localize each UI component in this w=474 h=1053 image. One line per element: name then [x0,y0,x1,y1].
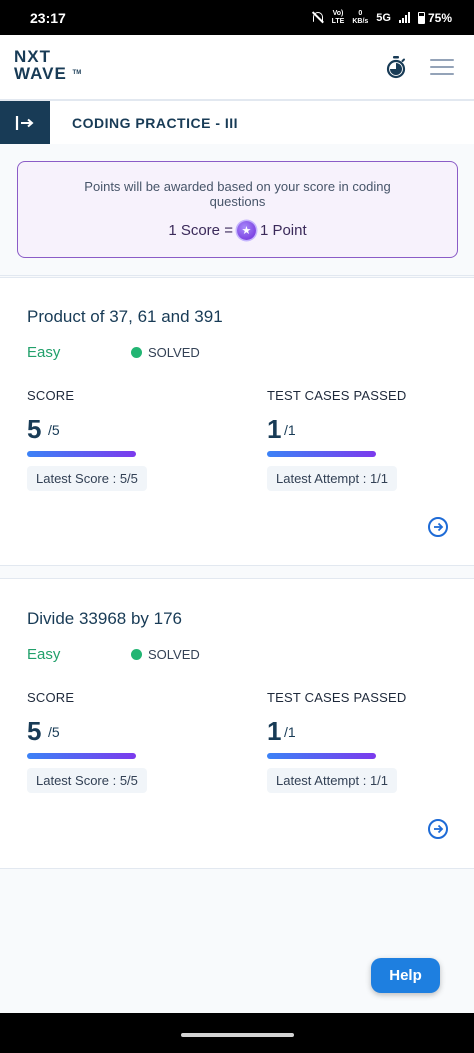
points-info-text: Points will be awarded based on your sco… [84,179,391,209]
score-value: 5 [27,414,42,444]
mute-icon [311,11,324,24]
home-gesture-handle[interactable] [181,1033,294,1037]
score-progress-bar [27,451,136,457]
solved-dot-icon [131,649,142,660]
score-label: SCORE [27,388,75,403]
status-time: 23:17 [30,9,66,26]
status-icons: Vo) LTE 0 KB/s 5G 75% [311,10,452,26]
test-cases-label: TEST CASES PASSED [267,690,407,705]
timer-icon[interactable] [385,55,407,79]
hamburger-menu-icon[interactable] [430,59,454,75]
help-button[interactable]: Help [371,958,440,993]
test-cases-value: 1 [267,716,282,746]
points-conversion: 1 Score = ★ 1 Point [168,221,307,240]
latest-attempt-chip: Latest Attempt : 1/1 [267,466,398,491]
score-value: 5 [27,716,42,746]
question-title[interactable]: Product of 37, 61 and 391 [27,307,223,327]
page-title: CODING PRACTICE - III [72,115,239,131]
solved-dot-icon [131,347,142,358]
score-progress-bar [27,753,136,759]
test-cases-label: TEST CASES PASSED [267,388,407,403]
score-total: /5 [48,724,60,740]
question-card[interactable]: Product of 37, 61 and 391 Easy SOLVED SC… [0,277,474,566]
app-header: NXT WAVE TM [0,35,474,101]
battery-icon [417,11,425,24]
collapse-sidebar-button[interactable] [0,101,50,144]
signal-icon [398,12,410,23]
score-label: SCORE [27,690,75,705]
volte-indicator: Vo) LTE [331,9,345,25]
open-question-button[interactable] [428,819,448,839]
latest-attempt-chip: Latest Attempt : 1/1 [267,768,398,793]
test-cases-value: 1 [267,414,282,444]
test-cases-progress-bar [267,753,376,759]
latest-score-chip: Latest Score : 5/5 [27,466,147,491]
status-bar: 23:17 Vo) LTE 0 KB/s 5G 75% [0,0,474,35]
points-info-box: Points will be awarded based on your sco… [17,161,458,258]
test-cases-progress-bar [267,451,376,457]
system-nav-bar [0,1013,474,1053]
points-info-section: Points will be awarded based on your sco… [0,144,474,276]
arrow-right-icon [434,824,444,834]
battery-level: 75% [427,10,452,25]
score-total: /5 [48,422,60,438]
network-type: 5G [376,11,391,24]
test-cases-total: /1 [284,724,296,740]
latest-score-chip: Latest Score : 5/5 [27,768,147,793]
difficulty-label: Easy [27,646,61,663]
open-question-button[interactable] [428,517,448,537]
network-speed: 0 KB/s [352,9,369,25]
test-cases-total: /1 [284,422,296,438]
arrow-right-icon [434,522,444,532]
difficulty-label: Easy [27,344,61,361]
battery: 75% [417,10,452,25]
star-coin-icon: ★ [236,221,256,240]
collapse-sidebar-icon [15,115,34,130]
practice-title-bar: CODING PRACTICE - III [0,101,474,144]
question-card[interactable]: Divide 33968 by 176 Easy SOLVED SCORE 5 … [0,578,474,869]
nxtwave-logo[interactable]: NXT WAVE TM [14,48,81,82]
question-title[interactable]: Divide 33968 by 176 [27,609,182,629]
status-badge: SOLVED [131,647,200,662]
status-badge: SOLVED [131,345,200,360]
